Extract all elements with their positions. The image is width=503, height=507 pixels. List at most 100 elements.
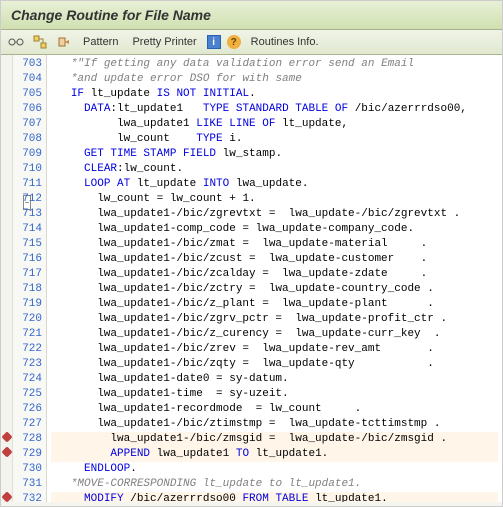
margin-row[interactable] <box>1 385 12 400</box>
where-used-icon[interactable] <box>31 33 49 51</box>
code-line[interactable]: lwa_update1-/bic/zcalday = lwa_update-zd… <box>51 267 498 282</box>
breakpoint-icon[interactable] <box>1 431 12 442</box>
code-line[interactable]: MODIFY /bic/azerrrdso00 FROM TABLE lt_up… <box>51 492 498 502</box>
page-title: Change Routine for File Name <box>11 7 492 23</box>
margin-row[interactable] <box>1 265 12 280</box>
margin-row[interactable] <box>1 55 12 70</box>
line-number: 729 <box>15 447 42 462</box>
code-line[interactable]: APPEND lwa_update1 TO lt_update1. <box>51 447 498 462</box>
line-number: 723 <box>15 357 42 372</box>
margin-row[interactable] <box>1 460 12 475</box>
margin-row[interactable] <box>1 85 12 100</box>
code-line[interactable]: IF lt_update IS NOT INITIAL. <box>51 87 498 102</box>
margin-row[interactable] <box>1 175 12 190</box>
code-line[interactable]: lwa_update1-time = sy-uzeit. <box>51 387 498 402</box>
line-number: 713 <box>15 207 42 222</box>
routines-info-button[interactable]: Routines Info. <box>247 36 323 48</box>
margin-row[interactable] <box>1 445 12 460</box>
breakpoint-icon[interactable] <box>1 446 12 457</box>
line-number: 731 <box>15 477 42 492</box>
code-line[interactable]: lwa_update1-/bic/zgrevtxt = lwa_update-/… <box>51 207 498 222</box>
line-number: 725 <box>15 387 42 402</box>
code-line[interactable]: CLEAR:lw_count. <box>51 162 498 177</box>
code-content[interactable]: *"If getting any data validation error s… <box>47 55 502 502</box>
code-line[interactable]: lwa_update1-/bic/zrev = lwa_update-rev_a… <box>51 342 498 357</box>
margin-row[interactable] <box>1 235 12 250</box>
line-number: 714 <box>15 222 42 237</box>
code-line[interactable]: ENDLOOP. <box>51 462 498 477</box>
line-number: 722 <box>15 342 42 357</box>
line-number: 719 <box>15 297 42 312</box>
breakpoint-margin[interactable] <box>1 55 13 502</box>
line-number: 705 <box>15 87 42 102</box>
code-line[interactable]: GET TIME STAMP FIELD lw_stamp. <box>51 147 498 162</box>
line-number: 730 <box>15 462 42 477</box>
margin-row[interactable] <box>1 115 12 130</box>
line-number: 709 <box>15 147 42 162</box>
margin-row[interactable] <box>1 250 12 265</box>
code-line[interactable]: lwa_update1-/bic/zmsgid = lwa_update-/bi… <box>51 432 498 447</box>
code-line[interactable]: lw_count TYPE i. <box>51 132 498 147</box>
margin-row[interactable] <box>1 70 12 85</box>
line-number: 715 <box>15 237 42 252</box>
margin-row[interactable] <box>1 190 12 205</box>
line-number-gutter: 703704705706707708709710711−712713714715… <box>13 55 47 502</box>
margin-row[interactable] <box>1 490 12 502</box>
code-line[interactable]: lwa_update1-comp_code = lwa_update-compa… <box>51 222 498 237</box>
code-line[interactable]: lwa_update1-/bic/ztimstmp = lwa_update-t… <box>51 417 498 432</box>
margin-row[interactable] <box>1 130 12 145</box>
margin-row[interactable] <box>1 325 12 340</box>
breakpoint-icon[interactable] <box>1 491 12 502</box>
line-number: 726 <box>15 402 42 417</box>
code-line[interactable]: lw_count = lw_count + 1. <box>51 192 498 207</box>
code-editor[interactable]: 703704705706707708709710711−712713714715… <box>1 55 502 502</box>
code-line[interactable]: lwa_update1-/bic/z_plant = lwa_update-pl… <box>51 297 498 312</box>
margin-row[interactable] <box>1 310 12 325</box>
code-line[interactable]: lwa_update1-/bic/z_curency = lwa_update-… <box>51 327 498 342</box>
code-line[interactable]: lwa_update1 LIKE LINE OF lt_update, <box>51 117 498 132</box>
margin-row[interactable] <box>1 400 12 415</box>
pretty-printer-button[interactable]: Pretty Printer <box>128 36 200 48</box>
info-icon[interactable]: i <box>207 35 221 49</box>
margin-row[interactable] <box>1 295 12 310</box>
glasses-icon[interactable] <box>7 33 25 51</box>
line-number: 706 <box>15 102 42 117</box>
line-number: 708 <box>15 132 42 147</box>
code-line[interactable]: DATA:lt_update1 TYPE STANDARD TABLE OF /… <box>51 102 498 117</box>
code-line[interactable]: *MOVE-CORRESPONDING lt_update to lt_upda… <box>51 477 498 492</box>
margin-row[interactable] <box>1 145 12 160</box>
line-number: 707 <box>15 117 42 132</box>
line-number: 717 <box>15 267 42 282</box>
margin-row[interactable] <box>1 370 12 385</box>
margin-row[interactable] <box>1 205 12 220</box>
code-line[interactable]: *and update error DSO for with same <box>51 72 498 87</box>
margin-row[interactable] <box>1 280 12 295</box>
margin-row[interactable] <box>1 100 12 115</box>
code-line[interactable]: lwa_update1-/bic/zqty = lwa_update-qty . <box>51 357 498 372</box>
activate-icon[interactable] <box>55 33 73 51</box>
margin-row[interactable] <box>1 430 12 445</box>
line-number: 703 <box>15 57 42 72</box>
line-number: 712 <box>15 192 42 207</box>
margin-row[interactable] <box>1 160 12 175</box>
margin-row[interactable] <box>1 415 12 430</box>
line-number: 724 <box>15 372 42 387</box>
line-number: 728 <box>15 432 42 447</box>
margin-row[interactable] <box>1 475 12 490</box>
line-number: 716 <box>15 252 42 267</box>
window-header: Change Routine for File Name <box>1 1 502 30</box>
line-number: 718 <box>15 282 42 297</box>
code-line[interactable]: lwa_update1-/bic/zmat = lwa_update-mater… <box>51 237 498 252</box>
margin-row[interactable] <box>1 220 12 235</box>
margin-row[interactable] <box>1 355 12 370</box>
code-line[interactable]: *"If getting any data validation error s… <box>51 57 498 72</box>
code-line[interactable]: lwa_update1-/bic/zgrv_pctr = lwa_update-… <box>51 312 498 327</box>
code-line[interactable]: lwa_update1-/bic/zctry = lwa_update-coun… <box>51 282 498 297</box>
code-line[interactable]: LOOP AT lt_update INTO lwa_update. <box>51 177 498 192</box>
margin-row[interactable] <box>1 340 12 355</box>
warning-icon[interactable]: ? <box>227 35 241 49</box>
code-line[interactable]: lwa_update1-recordmode = lw_count . <box>51 402 498 417</box>
pattern-button[interactable]: Pattern <box>79 36 122 48</box>
code-line[interactable]: lwa_update1-date0 = sy-datum. <box>51 372 498 387</box>
code-line[interactable]: lwa_update1-/bic/zcust = lwa_update-cust… <box>51 252 498 267</box>
